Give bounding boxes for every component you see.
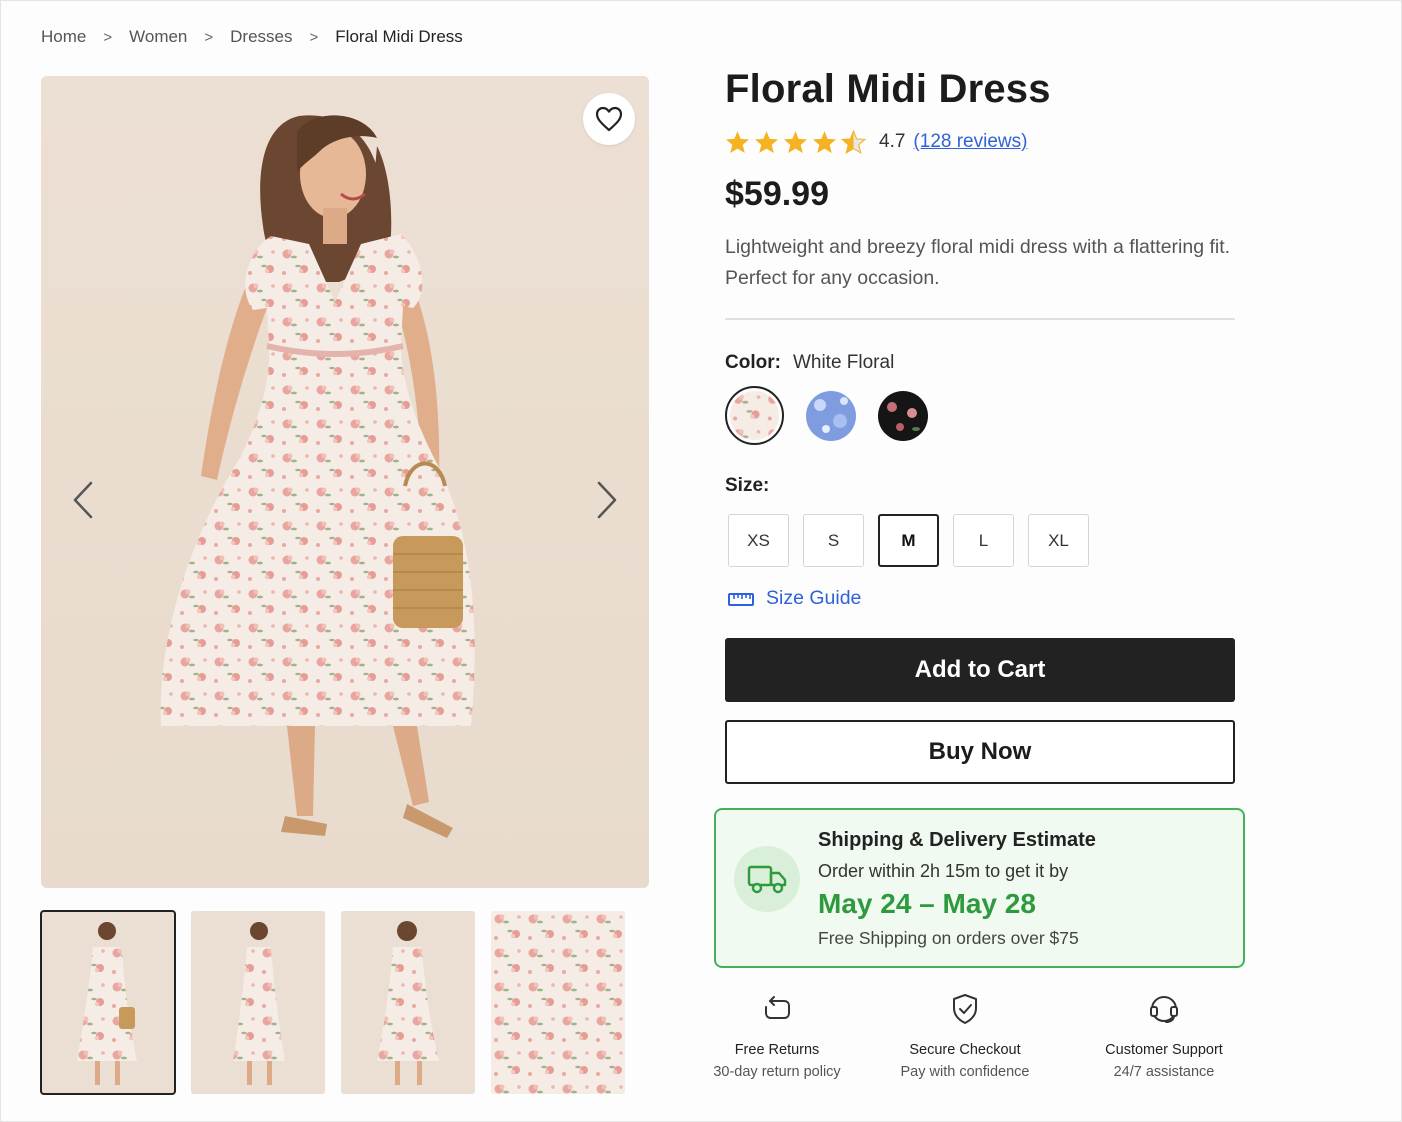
swatch-blue-floral[interactable] xyxy=(806,390,856,441)
delivery-truck-icon xyxy=(734,846,800,912)
size-option-l[interactable]: L xyxy=(953,514,1014,567)
rating-value: 4.7 xyxy=(879,131,906,152)
section-divider xyxy=(725,318,1235,320)
swatch-white-floral[interactable] xyxy=(725,386,784,445)
swatch-black-floral[interactable] xyxy=(878,390,928,441)
star-icon xyxy=(726,131,749,153)
feature-subtitle: 30-day return policy xyxy=(713,1064,841,1080)
breadcrumb: Home > Women > Dresses > Floral Midi Dre… xyxy=(41,25,463,49)
product-title: Floral Midi Dress xyxy=(725,67,1051,111)
thumbnail-image xyxy=(41,911,175,1094)
product-rating: 4.7 (128 reviews) xyxy=(725,127,1235,157)
breadcrumb-women[interactable]: Women xyxy=(129,27,187,47)
free-shipping-note: Free Shipping on orders over $75 xyxy=(818,928,1079,948)
ruler-icon xyxy=(728,592,754,606)
breadcrumb-home[interactable]: Home xyxy=(41,27,86,47)
wishlist-button[interactable] xyxy=(583,93,635,145)
size-option-s[interactable]: S xyxy=(803,514,864,567)
breadcrumb-separator: > xyxy=(103,28,113,46)
size-option-m[interactable]: M xyxy=(878,514,939,567)
star-icon xyxy=(755,131,778,153)
return-icon xyxy=(765,996,790,1019)
half-star-icon xyxy=(841,130,866,154)
star-icon xyxy=(784,131,807,153)
buy-now-button[interactable]: Buy Now xyxy=(725,720,1235,784)
thumbnail-side[interactable] xyxy=(191,911,325,1094)
breadcrumb-separator: > xyxy=(309,28,319,46)
shipping-estimate-card: Shipping & Delivery Estimate Order withi… xyxy=(714,808,1245,968)
size-option-xs[interactable]: XS xyxy=(728,514,789,567)
chevron-right-icon xyxy=(597,481,617,519)
thumbnail-fabric-detail[interactable] xyxy=(491,911,625,1094)
feature-secure-checkout: Secure Checkout Pay with confidence xyxy=(875,991,1055,1080)
size-label: Size: xyxy=(725,475,770,496)
shield-check-icon xyxy=(953,994,977,1024)
feature-subtitle: Pay with confidence xyxy=(900,1064,1030,1080)
color-label: Color: xyxy=(725,352,781,373)
previous-image-button[interactable] xyxy=(63,476,103,524)
feature-subtitle: 24/7 assistance xyxy=(1113,1064,1215,1080)
star-rating xyxy=(725,130,866,154)
thumbnail-image xyxy=(491,911,625,1094)
product-price: $59.99 xyxy=(725,175,829,213)
product-photo xyxy=(41,76,649,888)
feature-free-returns: Free Returns 30-day return policy xyxy=(687,991,867,1080)
size-guide-link[interactable]: Size Guide xyxy=(728,587,1235,610)
size-options: XS S M L XL xyxy=(728,514,1235,567)
headset-icon xyxy=(1150,996,1178,1023)
swatch-image xyxy=(878,390,928,441)
shipping-subtitle: Order within 2h 15m to get it by xyxy=(818,861,1069,881)
next-image-button[interactable] xyxy=(587,476,627,524)
breadcrumb-current: Floral Midi Dress xyxy=(335,27,463,46)
delivery-date-range: May 24 – May 28 xyxy=(818,888,1036,919)
breadcrumb-dresses[interactable]: Dresses xyxy=(230,27,292,47)
shipping-title: Shipping & Delivery Estimate xyxy=(818,829,1096,851)
size-guide-label: Size Guide xyxy=(766,587,862,609)
feature-customer-support: Customer Support 24/7 assistance xyxy=(1074,991,1254,1080)
size-option-xl[interactable]: XL xyxy=(1028,514,1089,567)
product-description: Lightweight and breezy floral midi dress… xyxy=(725,236,1231,289)
star-icon xyxy=(813,131,836,153)
thumbnail-image xyxy=(341,911,475,1094)
feature-badges: Free Returns 30-day return policy Secure… xyxy=(701,991,1261,1081)
thumbnail-strip xyxy=(40,910,625,1095)
product-info: Floral Midi Dress 4.7 (128 reviews) $59.… xyxy=(725,63,1235,784)
swatch-image xyxy=(730,391,779,440)
color-selector-label: Color: White Floral xyxy=(725,352,1235,374)
product-main-image[interactable] xyxy=(41,76,649,888)
thumbnail-back[interactable] xyxy=(341,911,475,1094)
selected-color: White Floral xyxy=(792,352,895,373)
add-to-cart-button[interactable]: Add to Cart xyxy=(725,638,1235,702)
reviews-link[interactable]: (128 reviews) xyxy=(913,131,1027,153)
heart-icon xyxy=(595,106,623,132)
feature-title: Free Returns xyxy=(734,1042,820,1058)
thumbnail-front[interactable] xyxy=(40,910,176,1095)
shipping-details: Shipping & Delivery Estimate Order withi… xyxy=(818,829,1096,949)
chevron-left-icon xyxy=(73,481,93,519)
feature-title: Secure Checkout xyxy=(909,1042,1021,1058)
thumbnail-image xyxy=(191,911,325,1094)
color-swatches xyxy=(725,386,1235,445)
swatch-image xyxy=(806,390,856,441)
feature-title: Customer Support xyxy=(1105,1042,1223,1058)
breadcrumb-separator: > xyxy=(204,28,214,46)
